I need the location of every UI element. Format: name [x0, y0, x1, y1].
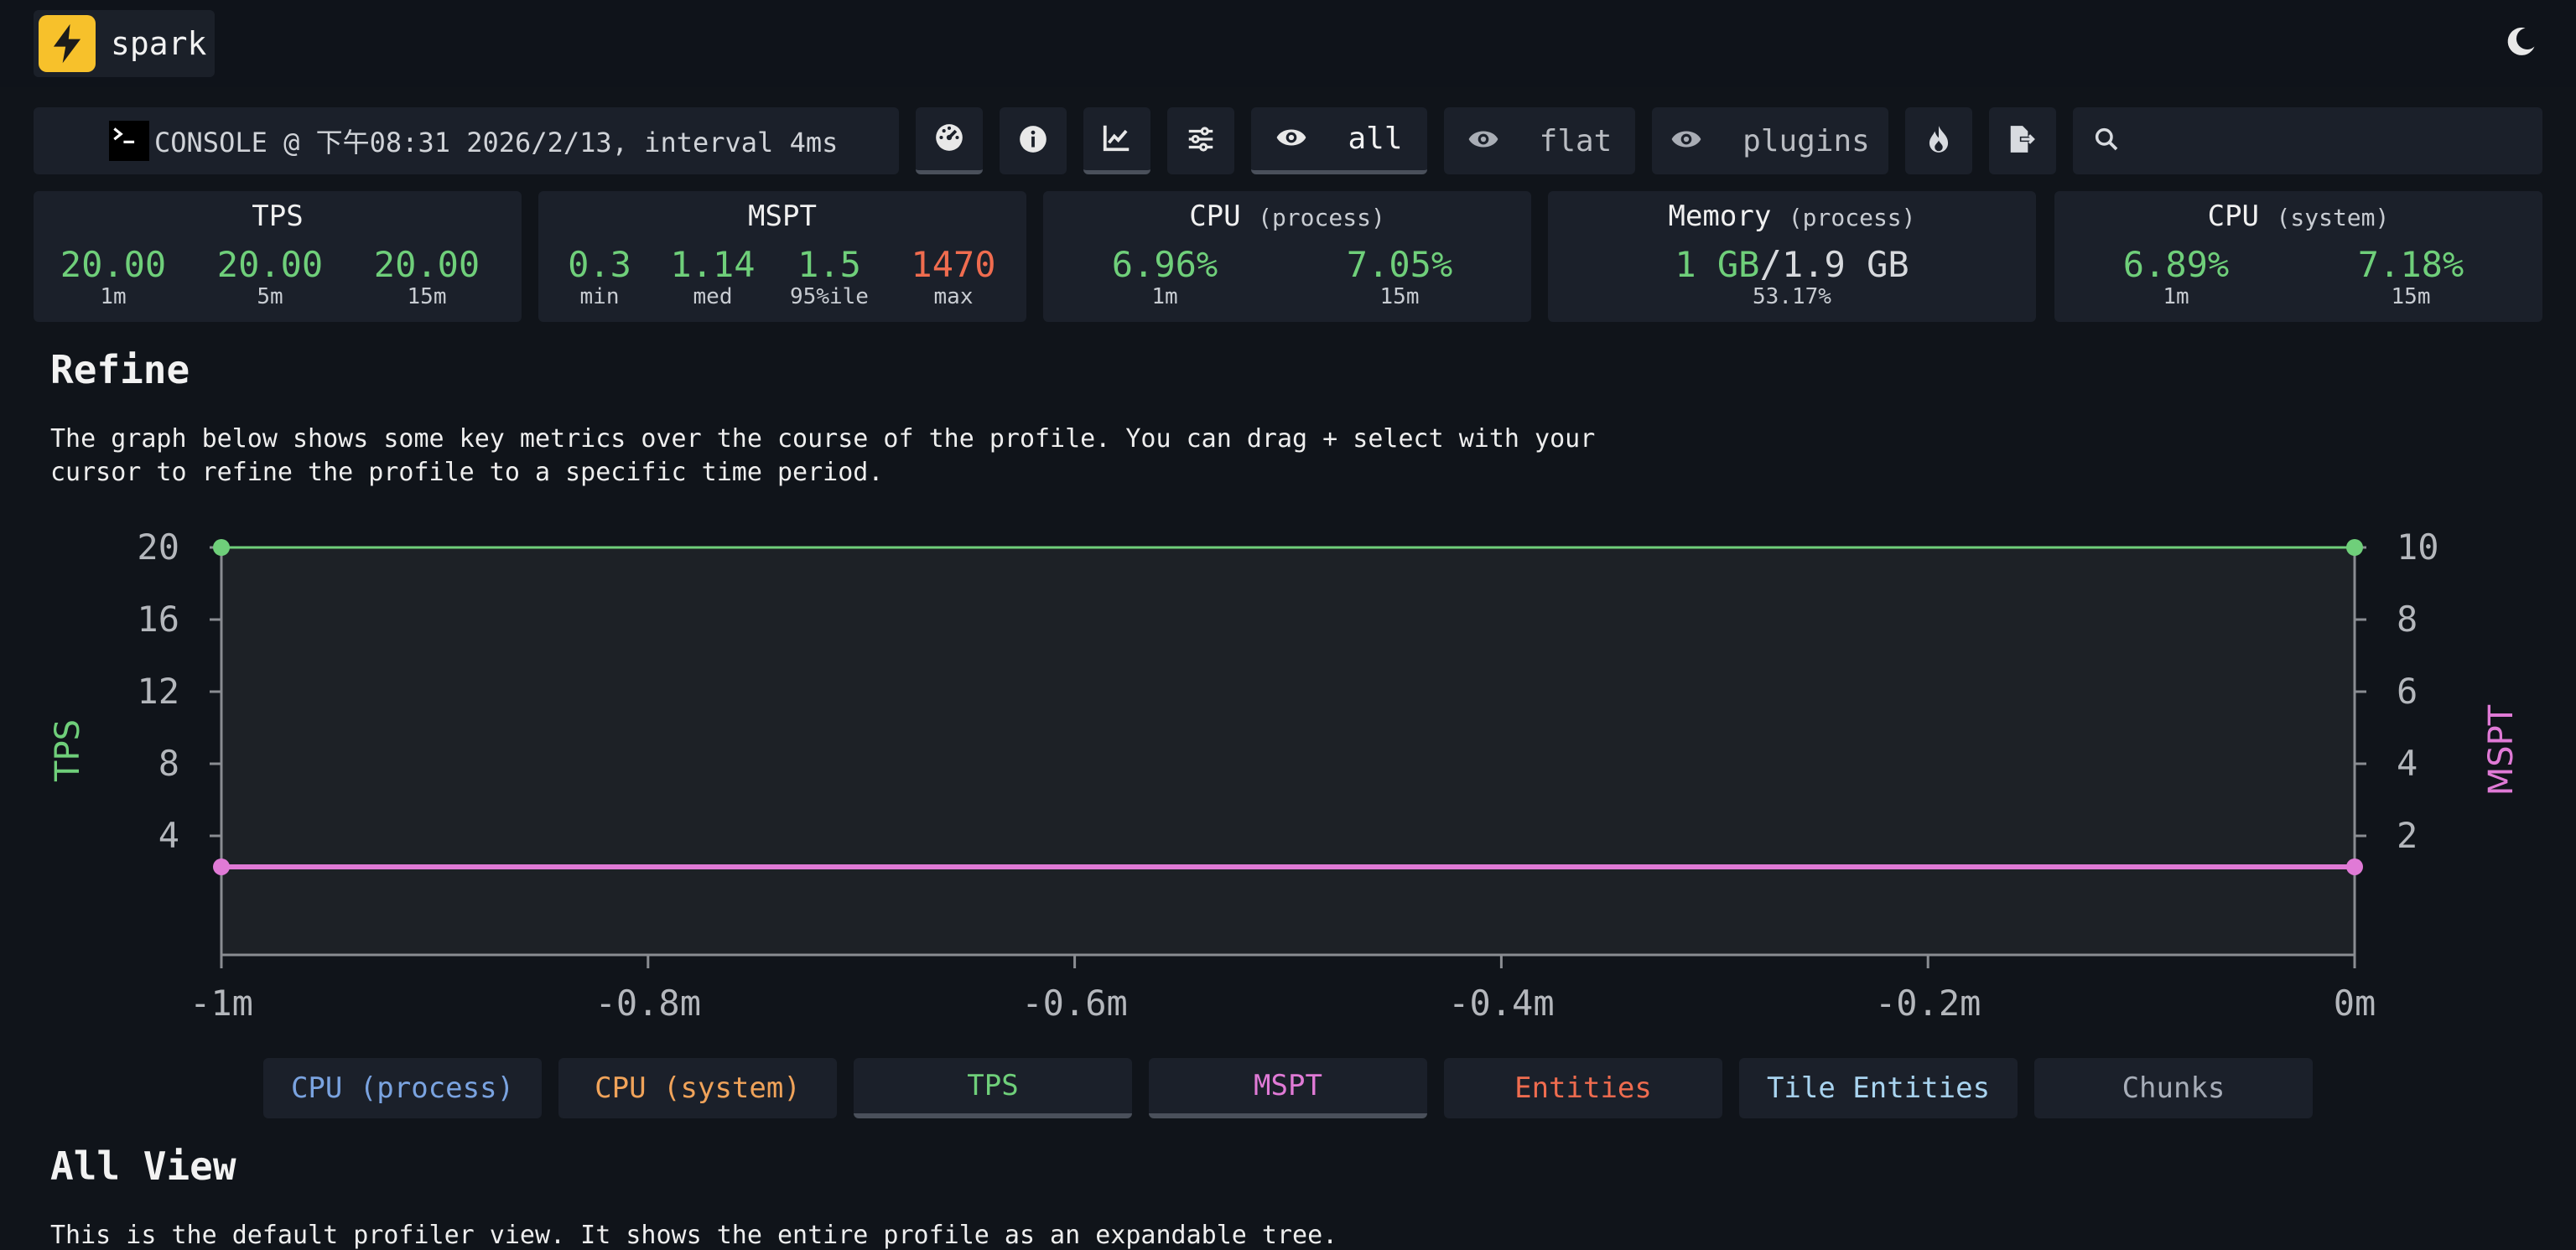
- y-left-tick-label: 16: [137, 599, 179, 640]
- refine-description: The graph below shows some key metrics o…: [50, 424, 1596, 487]
- console-text: CONSOLE @ 下午08:31 2026/2/13, interval 4m…: [154, 127, 839, 158]
- eye-icon: [1670, 123, 1702, 158]
- y-right-tick-label: 10: [2397, 526, 2439, 568]
- x-tick-label: -1m: [190, 983, 253, 1024]
- x-tick-label: 0m: [2334, 983, 2376, 1024]
- info-icon: [1017, 123, 1049, 158]
- memory-title: Memory (process): [1668, 200, 1916, 233]
- sliders-icon: [1185, 123, 1217, 158]
- all-view-description: This is the default profiler view. It sh…: [50, 1221, 1338, 1250]
- tps-1m: 20.00 1m: [60, 244, 167, 309]
- eye-icon: [1467, 123, 1499, 158]
- mspt-card[interactable]: MSPT 0.3 min 1.14 med 1.5 95%ile 1470 max: [538, 191, 1026, 322]
- legend-chunks[interactable]: Chunks: [2034, 1058, 2313, 1118]
- terminal-icon: [109, 121, 149, 161]
- stats-row: TPS 20.00 1m 20.00 5m 20.00 15m MSPT 0.3 min…: [34, 191, 2542, 322]
- lightning-icon: [39, 15, 96, 72]
- x-tick-label: -0.8m: [595, 983, 701, 1024]
- tps-15m: 20.00 15m: [373, 244, 480, 309]
- cpu-process-15m: 7.05% 15m: [1346, 244, 1453, 309]
- y-right-tick-label: 8: [2397, 599, 2418, 640]
- file-export-icon: [2007, 123, 2038, 158]
- mspt-min: 0.3 min: [568, 244, 631, 309]
- top-bar: spark: [0, 0, 2576, 87]
- cpu-system-card[interactable]: CPU (system) 6.89% 1m 7.18% 15m: [2054, 191, 2542, 322]
- all-view-heading: All View: [50, 1144, 236, 1189]
- view-flat-toggle[interactable]: flat: [1444, 107, 1635, 174]
- x-tick-label: -0.2m: [1875, 983, 1981, 1024]
- y-left-tick-label: 20: [137, 526, 179, 568]
- view-all-toggle[interactable]: all: [1251, 107, 1427, 174]
- view-all-label: all: [1348, 122, 1403, 156]
- search-icon: [2093, 126, 2120, 156]
- cpu-process-1m: 6.96% 1m: [1111, 244, 1218, 309]
- console-info: CONSOLE @ 下午08:31 2026/2/13, interval 4m…: [34, 107, 899, 174]
- flame-icon: [1923, 123, 1955, 158]
- moon-icon[interactable]: [2502, 23, 2539, 60]
- series-point-mspt: [213, 858, 230, 875]
- y-left-axis-label: TPS: [49, 719, 87, 782]
- memory-percent: 53.17%: [1753, 284, 1831, 309]
- mspt-max: 1470 max: [911, 244, 996, 309]
- cpu-system-title: CPU (system): [2207, 200, 2390, 233]
- legend-tile-entities[interactable]: Tile Entities: [1739, 1058, 2018, 1118]
- y-right-axis-label: MSPT: [2482, 704, 2521, 796]
- view-flat-label: flat: [1539, 123, 1613, 158]
- y-left-tick-label: 8: [158, 743, 179, 784]
- legend-entities[interactable]: Entities: [1444, 1058, 1722, 1118]
- brand-name: spark: [111, 25, 207, 62]
- series-point-mspt: [2346, 858, 2363, 875]
- cpu-system-1m: 6.89% 1m: [2122, 244, 2230, 309]
- settings-button[interactable]: [1167, 107, 1234, 174]
- mspt-95: 1.5 95%ile: [790, 244, 869, 309]
- y-right-tick-label: 6: [2397, 671, 2418, 712]
- x-tick-label: -0.6m: [1021, 983, 1127, 1024]
- export-button[interactable]: [1989, 107, 2056, 174]
- cpu-system-15m: 7.18% 15m: [2357, 244, 2464, 309]
- mspt-med: 1.14 med: [670, 244, 756, 309]
- line-chart-icon: [1101, 122, 1133, 157]
- graph-button[interactable]: [1083, 107, 1150, 174]
- y-left-tick-label: 12: [137, 671, 179, 712]
- tps-card[interactable]: TPS 20.00 1m 20.00 5m 20.00 15m: [34, 191, 522, 322]
- mspt-title: MSPT: [748, 200, 817, 233]
- info-button[interactable]: [1000, 107, 1067, 174]
- legend-cpu-process[interactable]: CPU (process): [263, 1058, 542, 1118]
- view-plugins-label: plugins: [1742, 123, 1870, 158]
- memory-sep: /: [1759, 243, 1782, 286]
- legend-mspt[interactable]: MSPT: [1149, 1058, 1427, 1118]
- memory-card[interactable]: Memory (process) 1 GB/1.9 GB 53.17%: [1548, 191, 2036, 322]
- cpu-process-card[interactable]: CPU (process) 6.96% 1m 7.05% 15m: [1043, 191, 1531, 322]
- memory-usage: 1 GB/1.9 GB 53.17%: [1548, 245, 2036, 309]
- eye-icon: [1275, 122, 1307, 157]
- cpu-process-title: CPU (process): [1189, 200, 1385, 233]
- series-point-tps: [2346, 539, 2363, 556]
- tps-title: TPS: [252, 200, 304, 233]
- series-point-tps: [213, 539, 230, 556]
- legend-cpu-system[interactable]: CPU (system): [558, 1058, 837, 1118]
- widgets-button[interactable]: [916, 107, 983, 174]
- metrics-chart[interactable]: 48121620246810-1m -0.8m -0.6m -0.4m -0.2m 0mT…: [0, 503, 2576, 1040]
- search-input[interactable]: [2137, 126, 2522, 156]
- refine-heading: Refine: [50, 347, 190, 392]
- plot-area: [221, 547, 2355, 955]
- gauge-icon: [933, 122, 965, 157]
- tps-5m: 20.00 5m: [216, 244, 324, 309]
- x-tick-label: -0.4m: [1448, 983, 1554, 1024]
- memory-total: 1.9 GB: [1781, 244, 1909, 285]
- y-right-tick-label: 4: [2397, 743, 2418, 784]
- brand[interactable]: spark: [34, 10, 215, 77]
- toolbar: CONSOLE @ 下午08:31 2026/2/13, interval 4m…: [34, 107, 2542, 174]
- search-box[interactable]: [2073, 107, 2542, 174]
- flame-graph-button[interactable]: [1905, 107, 1972, 174]
- view-plugins-toggle[interactable]: plugins: [1652, 107, 1888, 174]
- y-right-tick-label: 2: [2397, 815, 2418, 856]
- memory-used: 1 GB: [1675, 244, 1760, 285]
- legend-tps[interactable]: TPS: [854, 1058, 1132, 1118]
- y-left-tick-label: 4: [158, 815, 179, 856]
